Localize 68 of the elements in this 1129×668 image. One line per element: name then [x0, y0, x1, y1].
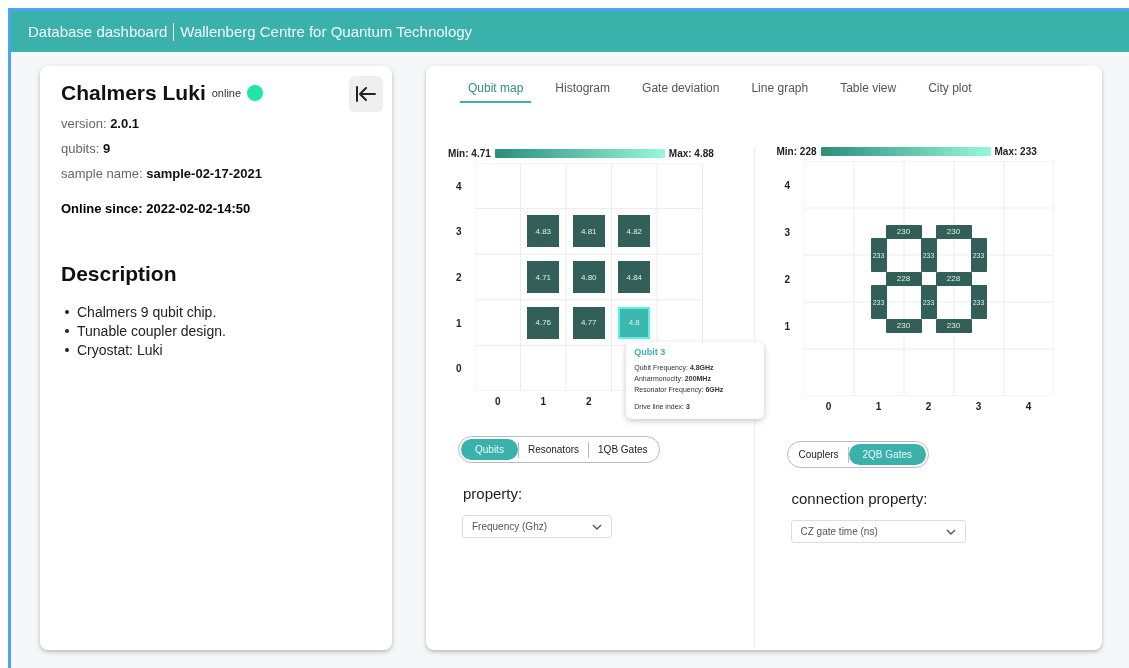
coupler-cell[interactable]: 228 — [935, 271, 972, 286]
property-dropdown[interactable]: CZ gate time (ns) — [790, 520, 966, 543]
axis-tick-label: 1 — [784, 320, 791, 331]
qubit-cell[interactable]: 4.82 — [618, 215, 651, 248]
view-tab[interactable]: Gate deviation — [634, 78, 728, 103]
organization-name: Wallenberg Centre for Quantum Technology — [180, 23, 473, 40]
coupler-cell[interactable]: 230 — [935, 224, 972, 239]
axis-tick-label: 4 — [1025, 401, 1032, 412]
qubit-cell[interactable]: 4.84 — [618, 261, 651, 293]
device-field: version: 2.0.1 — [61, 116, 371, 131]
description-item: Chalmers 9 qubit chip. — [77, 304, 217, 320]
axis-tick-label: 0 — [494, 396, 501, 407]
bullet-icon — [65, 348, 69, 352]
axis-tick-label: 4 — [784, 179, 791, 190]
view-tab[interactable]: Line graph — [743, 78, 817, 103]
view-tab[interactable]: Qubit map — [460, 78, 532, 103]
qubit-cell[interactable]: 4.71 — [527, 261, 560, 293]
max-label: Max: 233 — [994, 146, 1037, 157]
axis-tick-label: 1 — [875, 401, 882, 412]
status-label: online — [211, 87, 242, 99]
segment-option[interactable]: 1QB Gates — [589, 439, 657, 460]
chevron-down-icon — [945, 528, 956, 535]
device-field: qubits: 9 — [61, 141, 371, 156]
qubit-cell[interactable]: 4.80 — [572, 261, 605, 293]
qubit-cell[interactable]: 4.77 — [572, 306, 605, 339]
collapse-left-icon — [355, 85, 377, 103]
min-label: Min: 4.71 — [448, 148, 491, 159]
coupler-cell[interactable]: 230 — [885, 318, 922, 333]
axis-tick-label: 3 — [975, 401, 982, 412]
device-field: sample name: sample-02-17-2021 — [61, 166, 371, 181]
min-label: Min: 228 — [776, 146, 817, 157]
description-item: Cryostat: Luki — [77, 342, 163, 358]
axis-tick-label: 0 — [825, 401, 832, 412]
axis-tick-label: 2 — [925, 401, 932, 412]
axis-tick-label: 2 — [456, 271, 462, 283]
axis-tick-label: 1 — [456, 317, 462, 329]
bullet-icon — [65, 329, 69, 333]
coupler-cell[interactable]: 230 — [885, 224, 922, 239]
axis-tick-label: 2 — [585, 396, 592, 407]
tooltip-title: Qubit 3 — [634, 346, 667, 357]
bullet-icon — [65, 310, 69, 314]
app-title: Database dashboard — [28, 23, 168, 40]
coupler-cell[interactable]: 230 — [935, 318, 972, 333]
segment-option[interactable]: Resonators — [518, 439, 589, 460]
view-tab[interactable]: Table view — [832, 78, 905, 103]
segment-option[interactable]: Couplers — [789, 444, 848, 465]
property-label: property: — [463, 485, 523, 502]
chevron-down-icon — [592, 523, 602, 530]
qubit-cell[interactable]: 4.83 — [527, 215, 560, 248]
axis-tick-label: 3 — [784, 226, 791, 237]
description-item: Tunable coupler design. — [77, 323, 226, 339]
coupler-cell[interactable]: 228 — [885, 271, 922, 286]
axis-tick-label: 3 — [456, 225, 462, 237]
online-since: Online since: 2022-02-02-14:50 — [61, 201, 252, 216]
description-heading: Description — [61, 262, 178, 286]
axis-tick-label: 1 — [540, 396, 547, 407]
max-label: Max: 4.88 — [668, 148, 714, 159]
collapse-button[interactable] — [349, 76, 383, 112]
axis-tick-label: 4 — [456, 180, 462, 192]
view-tab[interactable]: Histogram — [547, 78, 619, 103]
device-name: Chalmers Luki — [61, 81, 206, 105]
view-tab[interactable]: City plot — [920, 78, 980, 103]
axis-tick-label: 0 — [456, 362, 462, 374]
property-label: connection property: — [791, 490, 928, 507]
axis-tick-label: 2 — [784, 273, 791, 284]
qubit-cell[interactable]: 4.76 — [527, 306, 560, 339]
qubit-cell[interactable]: 4.81 — [572, 215, 605, 248]
property-dropdown[interactable]: Frequency (Ghz) — [462, 515, 612, 538]
